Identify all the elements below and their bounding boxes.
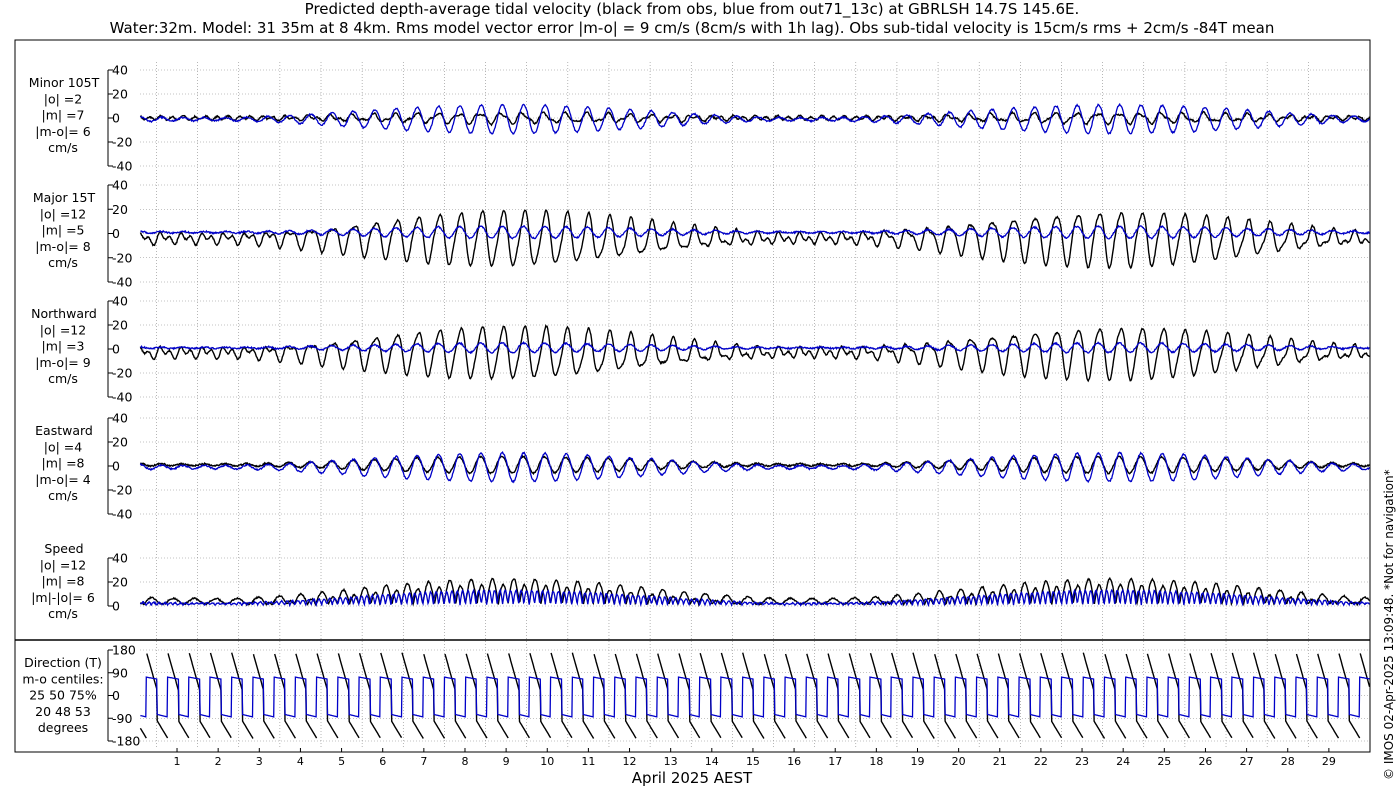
panel-label-speed: Speed	[44, 541, 83, 556]
panel-label-direction: Direction (T)	[24, 655, 102, 670]
y-tick-label: -20	[112, 366, 132, 381]
y-tick-label: -20	[112, 135, 132, 150]
x-tick-label: 23	[1075, 755, 1089, 768]
x-tick-label: 25	[1157, 755, 1171, 768]
y-tick-label: 0	[112, 688, 120, 703]
series-north-obs	[139, 324, 1370, 383]
panel-label-minor: |o| =2	[44, 91, 82, 106]
panel-label-speed: |o| =12	[40, 557, 86, 572]
y-tick-label: 0	[112, 111, 120, 126]
chart-title-line2: Water:32m. Model: 31 35m at 8 4km. Rms m…	[110, 19, 1275, 37]
panel-label-minor: Minor 105T	[29, 75, 100, 90]
x-tick-label: 2	[215, 755, 222, 768]
y-tick-label: 40	[112, 294, 128, 309]
x-tick-label: 29	[1322, 755, 1336, 768]
panel-label-north: Northward	[31, 306, 97, 321]
y-tick-label: -90	[112, 711, 132, 726]
y-tick-label: 20	[112, 575, 128, 590]
y-tick-label: 0	[112, 226, 120, 241]
panel-label-major: cm/s	[48, 255, 78, 270]
y-tick-label: 0	[112, 599, 120, 614]
y-tick-label: -40	[112, 390, 132, 405]
panel-label-speed: cm/s	[48, 606, 78, 621]
panel-label-north: |m-o|= 9	[35, 355, 90, 370]
y-tick-label: -40	[112, 275, 132, 290]
x-tick-label: 16	[787, 755, 801, 768]
x-axis-label: April 2025 AEST	[632, 769, 753, 787]
credit-text: © IMOS 02-Apr-2025 13:09:48. *Not for na…	[1382, 469, 1396, 780]
y-tick-label: 20	[112, 87, 128, 102]
y-tick-label: 0	[112, 342, 120, 357]
x-tick-label: 17	[828, 755, 842, 768]
y-tick-label: -20	[112, 250, 132, 265]
panel-label-north: cm/s	[48, 371, 78, 386]
x-tick-label: 9	[503, 755, 510, 768]
x-tick-label: 4	[297, 755, 304, 768]
y-tick-label: 40	[112, 411, 128, 426]
x-tick-label: 21	[993, 755, 1007, 768]
y-tick-label: 180	[112, 643, 136, 658]
panel-label-east: |m| =8	[42, 456, 85, 471]
x-tick-label: 19	[910, 755, 924, 768]
plot-layer: 1 2 3 4 5 6 7 8 9 10 11 12 13 14 15 16 17 18 19 20 21 22 23 24 2…	[14, 39, 1371, 768]
outer-frame	[14, 39, 1371, 753]
panel-label-minor: |m| =7	[42, 108, 85, 123]
panel-label-direction: m-o centiles:	[22, 671, 103, 686]
x-tick-label: 18	[869, 755, 883, 768]
y-tick-label: -40	[112, 507, 132, 522]
series-major-obs	[139, 209, 1370, 270]
panel-label-direction: degrees	[38, 720, 88, 735]
panel-label-east: |o| =4	[44, 439, 83, 454]
y-tick-label: 90	[112, 665, 128, 680]
x-tick-label: 20	[952, 755, 966, 768]
x-tick-label: 3	[256, 755, 263, 768]
y-tick-label: 20	[112, 435, 128, 450]
x-tick-label: 5	[338, 755, 345, 768]
y-tick-label: 0	[112, 459, 120, 474]
panel-label-major: |m-o|= 8	[35, 239, 90, 254]
panel-label-north: |o| =12	[40, 322, 86, 337]
panel-label-minor: |m-o|= 6	[35, 124, 90, 139]
x-tick-label: 13	[664, 755, 678, 768]
x-tick-label: 15	[746, 755, 760, 768]
x-tick-label: 12	[623, 755, 637, 768]
y-tick-label: -20	[112, 483, 132, 498]
x-tick-label: 1	[174, 755, 181, 768]
x-tick-label: 14	[705, 755, 719, 768]
panel-label-north: |m| =3	[42, 339, 85, 354]
x-tick-label: 22	[1034, 755, 1048, 768]
panel-label-east: |m-o|= 4	[35, 472, 90, 487]
panel-label-east: Eastward	[35, 423, 93, 438]
x-tick-label: 28	[1281, 755, 1295, 768]
x-tick-label: 24	[1116, 755, 1130, 768]
tidal-velocity-chart: Predicted depth-average tidal velocity (…	[14, 0, 1396, 787]
x-tick-label: 27	[1240, 755, 1254, 768]
y-tick-label: 20	[112, 318, 128, 333]
x-tick-label: 26	[1198, 755, 1212, 768]
panel-label-east: cm/s	[48, 488, 78, 503]
chart-title-line1: Predicted depth-average tidal velocity (…	[305, 0, 1080, 19]
panel-label-direction: 20 48 53	[35, 704, 91, 719]
y-tick-label: -180	[112, 734, 140, 749]
y-tick-label: 40	[112, 551, 128, 566]
panel-label-speed: |m|-|o|= 6	[31, 590, 95, 605]
panel-label-minor: cm/s	[48, 140, 78, 155]
panel-label-speed: |m| =8	[42, 574, 85, 589]
x-tick-label: 6	[379, 755, 386, 768]
panel-label-major: |m| =5	[42, 223, 85, 238]
x-tick-label: 10	[540, 755, 554, 768]
x-tick-label: 8	[461, 755, 468, 768]
x-tick-label: 7	[420, 755, 427, 768]
y-tick-label: -40	[112, 159, 132, 174]
panel-label-major: Major 15T	[33, 190, 96, 205]
series-speed-model	[139, 588, 1370, 608]
y-tick-label: 20	[112, 202, 128, 217]
x-tick-label: 11	[581, 755, 595, 768]
panel-label-major: |o| =12	[40, 206, 86, 221]
panel-label-direction: 25 50 75%	[29, 688, 97, 703]
y-tick-label: 40	[112, 178, 128, 193]
y-tick-label: 40	[112, 63, 128, 78]
